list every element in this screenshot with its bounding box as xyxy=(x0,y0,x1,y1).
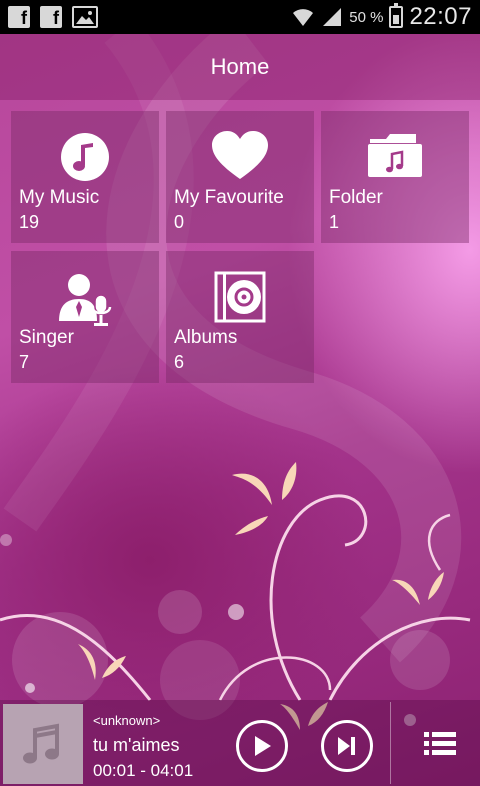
battery-percent: 50 % xyxy=(349,8,384,26)
clock: 22:07 xyxy=(409,3,472,30)
image-icon xyxy=(72,6,98,28)
heart-icon xyxy=(212,131,268,179)
album-art-thumbnail[interactable] xyxy=(3,704,83,784)
next-button[interactable] xyxy=(321,720,373,772)
next-icon xyxy=(338,737,355,755)
tile-count: 1 xyxy=(329,212,340,232)
tile-singer[interactable]: Singer 7 xyxy=(11,251,159,383)
track-title: tu m'aimes xyxy=(93,735,180,755)
battery-icon xyxy=(389,3,404,28)
track-artist: <unknown> xyxy=(93,713,161,728)
app-header: Home xyxy=(0,34,480,100)
page-title: Home xyxy=(210,54,270,79)
facebook-icon: f xyxy=(8,6,30,28)
tile-count: 0 xyxy=(174,212,185,232)
tile-count: 19 xyxy=(19,212,40,232)
play-button[interactable] xyxy=(236,720,288,772)
playlist-icon xyxy=(424,732,456,755)
music-note-icon xyxy=(23,723,59,764)
tile-folder[interactable]: Folder 1 xyxy=(321,111,469,243)
tile-my-music[interactable]: My Music 19 xyxy=(11,111,159,243)
track-time: 00:01 - 04:01 xyxy=(93,761,194,780)
tile-label: Albums xyxy=(174,327,238,348)
play-icon xyxy=(255,736,271,756)
singer-icon xyxy=(59,274,112,326)
notification-icons: f f xyxy=(8,6,98,28)
tile-label: My Favourite xyxy=(174,187,284,208)
tile-count: 6 xyxy=(174,352,185,372)
mini-player: <unknown> tu m'aimes 00:01 - 04:01 xyxy=(0,700,480,786)
playlist-button[interactable] xyxy=(420,726,460,762)
music-folder-icon xyxy=(368,134,422,177)
tile-albums[interactable]: Albums 6 xyxy=(166,251,314,383)
music-note-icon xyxy=(61,133,109,181)
tile-count: 7 xyxy=(19,352,30,372)
status-bar: f f 50 % 22:07 xyxy=(0,0,480,34)
tile-label: Singer xyxy=(19,327,74,348)
signal-icon xyxy=(323,8,342,26)
player-divider xyxy=(390,702,391,784)
album-disc-icon xyxy=(214,271,266,323)
facebook-icon: f xyxy=(40,6,62,28)
tile-label: My Music xyxy=(19,187,100,208)
tile-label: Folder xyxy=(329,187,383,208)
tile-my-favourite[interactable]: My Favourite 0 xyxy=(166,111,314,243)
wifi-icon xyxy=(293,9,314,26)
